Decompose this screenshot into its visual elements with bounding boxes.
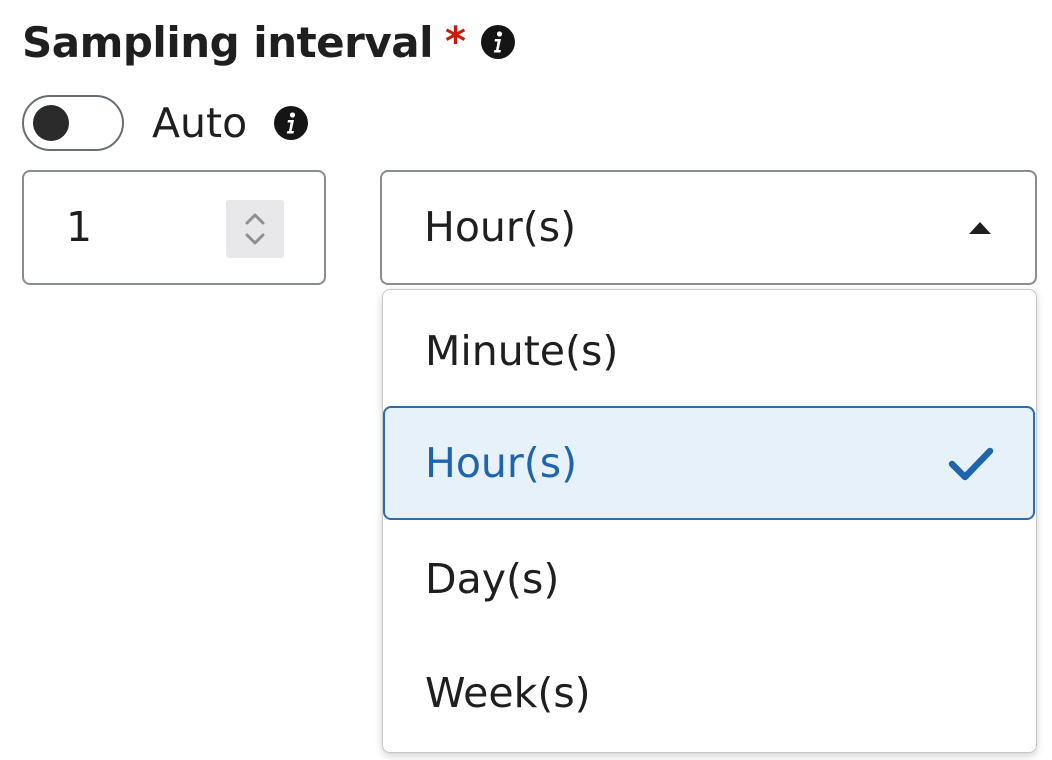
unit-select-menu: Minute(s) Hour(s) Day(s) Week(s) <box>382 289 1037 753</box>
menu-item-days[interactable]: Day(s) <box>383 522 1034 636</box>
menu-item-label: Day(s) <box>425 555 560 603</box>
info-icon[interactable] <box>480 24 516 60</box>
auto-toggle-switch[interactable] <box>22 95 124 151</box>
toggle-knob <box>33 105 69 141</box>
required-marker: * <box>445 19 466 65</box>
menu-item-label: Week(s) <box>425 669 591 717</box>
field-label-row: Sampling interval * <box>22 10 516 74</box>
menu-item-minutes[interactable]: Minute(s) <box>383 294 1034 408</box>
interval-value: 1 <box>66 203 93 251</box>
unit-select-value: Hour(s) <box>424 203 577 251</box>
menu-item-weeks[interactable]: Week(s) <box>383 636 1034 750</box>
auto-toggle-row: Auto <box>22 92 309 154</box>
unit-select[interactable]: Hour(s) <box>380 170 1037 285</box>
up-down-chevron-icon[interactable] <box>226 200 284 258</box>
caret-up-icon <box>969 222 991 234</box>
menu-item-label: Minute(s) <box>425 327 619 375</box>
info-icon[interactable] <box>273 105 309 141</box>
check-icon <box>947 442 995 486</box>
menu-item-hours[interactable]: Hour(s) <box>383 406 1035 520</box>
auto-toggle-label: Auto <box>152 99 248 147</box>
interval-number-input[interactable]: 1 <box>22 170 326 285</box>
menu-item-label: Hour(s) <box>425 439 578 487</box>
field-label: Sampling interval <box>22 17 434 67</box>
